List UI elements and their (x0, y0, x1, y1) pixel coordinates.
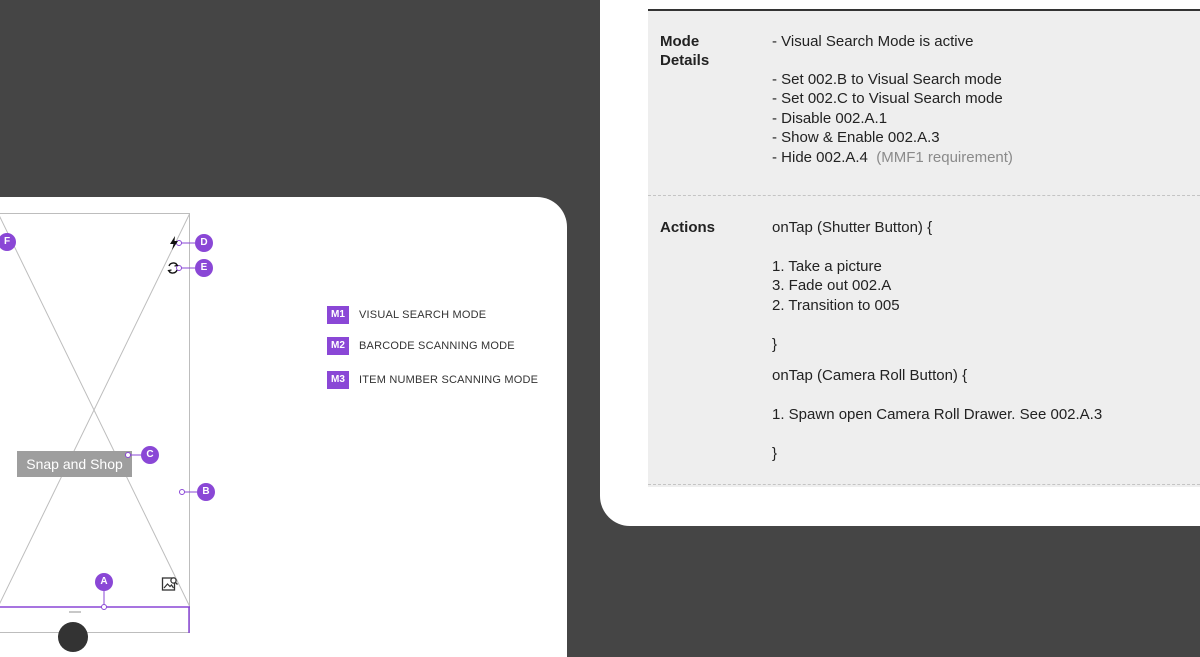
mode-detail-line: - Set 002.B to Visual Search mode (772, 71, 1002, 88)
mode-details-label-line1: Mode (660, 33, 700, 50)
mode-detail-text: - Hide 002.A.4 (772, 149, 868, 166)
callout-lines (101, 240, 197, 610)
actions-label: Actions (660, 219, 716, 236)
row-divider (648, 484, 1200, 485)
legend-badge: M2 (327, 337, 349, 355)
action-line: 1. Take a picture (772, 258, 882, 275)
action-line: } (772, 445, 778, 462)
mode-detail-line: - Hide 002.A.4 (MMF1 requirement) (772, 148, 1013, 167)
action-line: onTap (Shutter Button) { (772, 219, 933, 236)
mmf1-note: (MMF1 requirement) (876, 149, 1013, 166)
mode-detail-line: - Show & Enable 002.A.3 (772, 129, 940, 146)
action-line: 1. Spawn open Camera Roll Drawer. See 00… (772, 406, 1103, 423)
action-line: onTap (Camera Roll Button) { (772, 367, 968, 384)
marker-d: D (195, 234, 213, 252)
legend-badge: M1 (327, 306, 349, 324)
legend-badge: M3 (327, 371, 349, 389)
marker-b: B (197, 483, 215, 501)
mode-details-label-line2: Details (660, 52, 710, 69)
flash-icon[interactable] (169, 236, 179, 250)
action-line: 2. Transition to 005 (772, 297, 900, 314)
row-divider (648, 195, 1200, 196)
marker-e: E (195, 259, 213, 277)
spec-table: Mode Details - Visual Search Mode is act… (648, 9, 1200, 487)
gallery-icon[interactable] (161, 575, 179, 593)
legend-item: M2 BARCODE SCANNING MODE (327, 337, 515, 355)
legend-item: M1 VISUAL SEARCH MODE (327, 306, 486, 324)
legend-label: BARCODE SCANNING MODE (359, 340, 515, 352)
action-line: } (772, 336, 778, 353)
marker-a: A (95, 573, 113, 591)
mode-detail-line: - Disable 002.A.1 (772, 110, 888, 127)
mode-detail-line: - Set 002.C to Visual Search mode (772, 90, 1003, 107)
legend-label: VISUAL SEARCH MODE (359, 309, 487, 321)
camera-flip-icon[interactable] (166, 261, 180, 275)
legend-label: ITEM NUMBER SCANNING MODE (359, 374, 539, 386)
action-line: 3. Fade out 002.A (772, 277, 892, 294)
mode-detail-line: - Visual Search Mode is active (772, 33, 974, 50)
marker-c: C (141, 446, 159, 464)
legend-item: M3 ITEM NUMBER SCANNING MODE (327, 371, 538, 389)
